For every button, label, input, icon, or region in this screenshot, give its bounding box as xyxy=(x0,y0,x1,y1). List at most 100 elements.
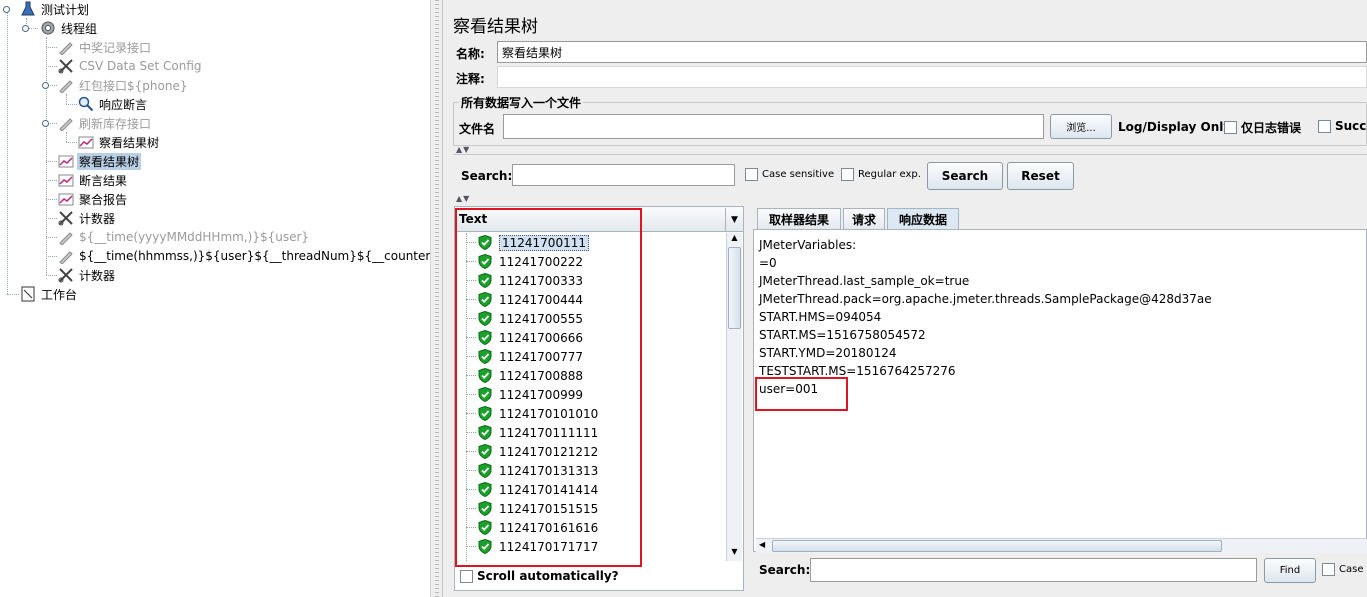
test-plan-tree[interactable]: 测试计划线程组中奖记录接口 CSV Data Set Config 红包接口${ph… xyxy=(0,0,451,597)
name-field[interactable]: 察看结果树 xyxy=(497,41,1367,63)
listener-chart-icon xyxy=(58,191,74,207)
response-case-checkbox[interactable]: Case s xyxy=(1322,563,1367,576)
log-display-label: Log/Display Only: xyxy=(1118,120,1236,134)
tree-node[interactable]: 断言结果 xyxy=(58,171,129,189)
tree-node-label: 刷新库存接口 xyxy=(79,116,152,131)
listener-chart-icon xyxy=(78,134,94,150)
config-scissors-icon xyxy=(58,210,74,226)
find-button[interactable]: Find xyxy=(1264,558,1316,583)
tree-node[interactable]: 刷新库存接口 xyxy=(58,114,153,132)
file-name-input[interactable] xyxy=(503,114,1044,139)
tree-node[interactable]: 聚合报告 xyxy=(58,190,129,208)
tab-sampler-result[interactable]: 取样器结果 xyxy=(757,208,841,229)
sampler-pen-icon xyxy=(58,229,74,246)
tree-node-label: 线程组 xyxy=(61,21,98,36)
response-line: START.MS=1516758054572 xyxy=(759,328,926,342)
errors-only-checkbox[interactable]: 仅日志错误 xyxy=(1224,119,1301,136)
panel-title: 察看结果树 xyxy=(453,17,538,37)
tree-node-label: ${__time(hhmmss,)}${user}${__threadNum}$… xyxy=(79,249,452,263)
tree-node[interactable]: ${__time(yyyyMMddHHmm,)}${user} xyxy=(58,228,311,246)
tree-expand-handle[interactable] xyxy=(22,25,29,32)
response-line: JMeterVariables: xyxy=(759,238,857,252)
search-label: Search: xyxy=(461,169,513,183)
scroll-down-icon[interactable]: ▼ xyxy=(727,547,742,561)
search-button[interactable]: Search xyxy=(927,162,1003,190)
tree-node-label: 工作台 xyxy=(41,287,78,302)
response-line: START.HMS=094054 xyxy=(759,310,882,324)
browse-button[interactable]: 浏览... xyxy=(1050,114,1112,139)
listener-chart-icon xyxy=(58,172,74,188)
collapse-arrows-icon[interactable]: ▲▼ xyxy=(456,145,470,154)
highlight-results-list xyxy=(455,208,642,567)
tree-node-label: 察看结果树 xyxy=(77,152,142,170)
chevron-down-icon[interactable]: ▼ xyxy=(725,208,743,231)
panel-splitter[interactable] xyxy=(430,0,443,597)
reset-button[interactable]: Reset xyxy=(1007,162,1074,190)
sampler-pen-icon xyxy=(58,248,74,265)
scroll-auto-checkbox[interactable]: Scroll automatically? xyxy=(460,569,619,583)
tree-node[interactable]: 察看结果树 xyxy=(58,152,142,170)
tree-node[interactable]: 测试计划 xyxy=(20,0,91,18)
tree-expand-handle[interactable] xyxy=(42,120,49,127)
tree-node[interactable]: 察看结果树 xyxy=(78,133,161,151)
response-search-label: Search: xyxy=(759,563,811,577)
tree-expand-handle[interactable] xyxy=(42,82,49,89)
tree-node-label: 察看结果树 xyxy=(99,135,160,150)
tree-node[interactable]: 计数器 xyxy=(58,266,117,284)
response-line: TESTSTART.MS=1516764257276 xyxy=(759,364,956,378)
response-search-input[interactable] xyxy=(810,558,1257,582)
errors-only-label: 仅日志错误 xyxy=(1241,121,1302,135)
comment-label: 注释: xyxy=(456,72,485,86)
tree-node[interactable]: 计数器 xyxy=(58,209,117,227)
sampler-pen-icon xyxy=(58,77,74,94)
response-line: JMeterThread.last_sample_ok=true xyxy=(759,274,970,288)
tab-response-data[interactable]: 响应数据 xyxy=(887,208,959,229)
response-line: JMeterThread.pack=org.apache.jmeter.thre… xyxy=(759,292,1212,306)
magnifier-icon xyxy=(78,96,94,112)
file-label: 文件名 xyxy=(459,122,496,136)
sampler-pen-icon xyxy=(58,39,74,56)
tree-node[interactable]: 线程组 xyxy=(40,19,99,37)
response-case-label: Case s xyxy=(1339,564,1367,575)
gear-icon xyxy=(40,20,56,36)
case-sensitive-checkbox[interactable]: Case sensitive xyxy=(745,168,834,181)
tree-node[interactable]: 响应断言 xyxy=(78,95,149,113)
test-plan-icon xyxy=(20,1,36,17)
search-input[interactable] xyxy=(512,164,735,186)
tree-node[interactable]: ${__time(hhmmss,)}${user}${__threadNum}$… xyxy=(58,247,453,265)
regex-checkbox[interactable]: Regular exp. xyxy=(841,168,921,181)
tree-node-label: 计数器 xyxy=(79,211,116,226)
results-scrollbar[interactable]: ▲ ▼ xyxy=(726,233,742,561)
tab-request[interactable]: 请求 xyxy=(843,208,885,229)
sampler-pen-icon xyxy=(58,115,74,132)
tree-node-label: 响应断言 xyxy=(99,97,148,112)
scroll-up-icon[interactable]: ▲ xyxy=(727,233,742,247)
tree-node-label: 断言结果 xyxy=(79,173,128,188)
hscrollbar-thumb[interactable] xyxy=(772,540,1222,552)
tree-node[interactable]: CSV Data Set Config xyxy=(58,57,204,75)
workbench-icon xyxy=(20,286,36,302)
listener-chart-icon xyxy=(58,153,74,169)
scroll-auto-label: Scroll automatically? xyxy=(477,569,619,583)
config-scissors-icon xyxy=(58,58,74,74)
tree-node-label: 中奖记录接口 xyxy=(79,40,152,55)
highlight-user-variable xyxy=(755,377,848,411)
comment-field[interactable] xyxy=(497,66,1367,88)
name-label: 名称: xyxy=(456,47,485,61)
file-group-title: 所有数据写入一个文件 xyxy=(459,94,584,111)
scrollbar-thumb[interactable] xyxy=(728,247,741,329)
tree-node[interactable]: 红包接口${phone} xyxy=(58,76,189,94)
tree-expand-handle[interactable] xyxy=(3,6,10,13)
tree-node-label: 红包接口${phone} xyxy=(79,78,188,93)
tree-node[interactable]: 中奖记录接口 xyxy=(58,38,153,56)
response-line: START.YMD=20180124 xyxy=(759,346,897,360)
tree-node[interactable]: 工作台 xyxy=(20,285,79,303)
successes-checkbox[interactable]: Succe xyxy=(1318,119,1367,133)
response-hscrollbar[interactable]: ◀ xyxy=(756,538,1367,553)
scroll-left-icon[interactable]: ◀ xyxy=(759,540,765,549)
successes-label: Succe xyxy=(1335,119,1367,133)
tree-node-label: 聚合报告 xyxy=(79,192,128,207)
config-scissors-icon xyxy=(58,267,74,283)
response-line: =0 xyxy=(759,256,777,270)
collapse-arrows-icon[interactable]: ▲▼ xyxy=(456,194,470,203)
